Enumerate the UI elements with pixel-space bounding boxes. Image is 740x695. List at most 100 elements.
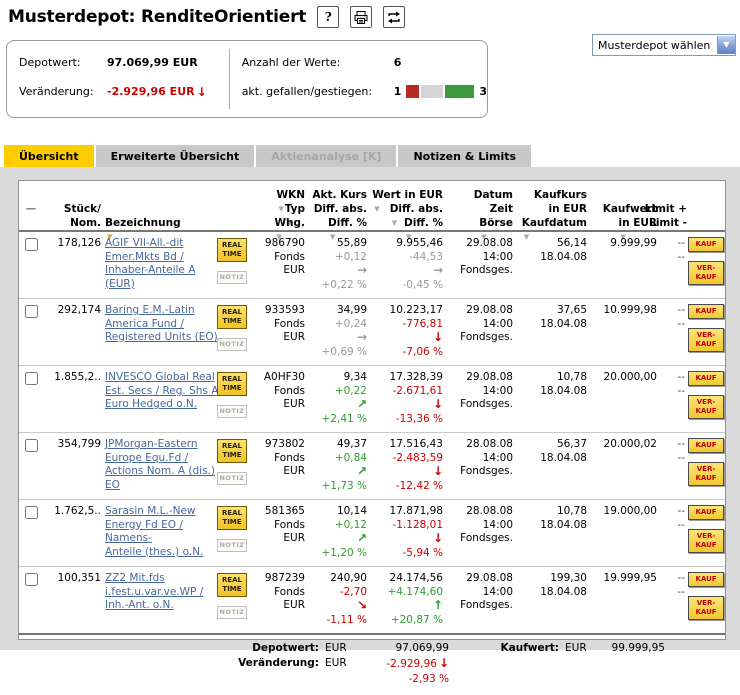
totals-depotwert-label: Depotwert: xyxy=(19,641,319,656)
cell-kaufwert: 9.999,99 xyxy=(591,237,661,292)
tab-notizen-limits[interactable]: Notizen & Limits xyxy=(398,145,531,167)
table-row: 1.855,2.. INVESCO Global Real Est. Secs … xyxy=(19,366,725,433)
header-kurs[interactable]: Akt. Kurs Diff. abs. Diff. %▼ xyxy=(309,188,371,230)
content-panel: — Stück/Nom. Bezeichnung▼ WKN▼ Typ▼ Whg.… xyxy=(0,167,740,650)
fund-link[interactable]: ZZ2 Mit.fds i.fest.u.var.ve.WP / Inh.-An… xyxy=(105,572,203,613)
notiz-badge[interactable]: NOTIZ xyxy=(217,539,247,552)
realtime-badge[interactable]: REALTIME xyxy=(217,372,247,396)
depotwert-value: 97.069,99 EUR xyxy=(107,56,198,69)
notiz-badge[interactable]: NOTIZ xyxy=(217,606,247,619)
kauf-button[interactable]: KAUF xyxy=(688,237,724,252)
cell-kurs: 55,89 +0,12 → +0,22 % xyxy=(309,237,371,292)
cell-badges: REALTIME NOTIZ xyxy=(217,572,253,627)
cell-datum: 29.08.0814:00Fondsges. xyxy=(447,572,517,627)
table-row: 292,174 Baring E.M.-Latin America Fund /… xyxy=(19,299,725,366)
table-body: 178,126 AGIF VII-All.-dit Emer.Mkts Bd /… xyxy=(19,232,725,633)
notiz-badge[interactable]: NOTIZ xyxy=(217,405,247,418)
tab-uebersicht[interactable]: Übersicht xyxy=(4,145,94,167)
verkauf-button[interactable]: VER-KAUF xyxy=(688,261,724,285)
fund-link[interactable]: Sarasin M.L.-New Energy Fd EO / Namens- … xyxy=(105,505,203,559)
cell-actions: KAUF VER-KAUF xyxy=(687,505,725,560)
fund-link[interactable]: JPMorgan-Eastern Europe Equ.Fd / Actions… xyxy=(105,438,215,492)
summary-left: Depotwert: 97.069,99 EUR Veränderung: -2… xyxy=(7,41,229,117)
cell-actions: KAUF VER-KAUF xyxy=(687,237,725,292)
cell-kurs: 10,14 +0,12 ↗ +1,20 % xyxy=(309,505,371,560)
notiz-badge[interactable]: NOTIZ xyxy=(217,271,247,284)
bar-segment-grey xyxy=(421,85,443,98)
row-checkbox[interactable] xyxy=(25,439,38,452)
verkauf-button[interactable]: VER-KAUF xyxy=(688,529,724,553)
verkauf-button[interactable]: VER-KAUF xyxy=(688,596,724,620)
cell-bezeichnung: ZZ2 Mit.fds i.fest.u.var.ve.WP / Inh.-An… xyxy=(105,572,217,627)
header-wkn[interactable]: WKN▼ Typ▼ Whg.▼ xyxy=(253,188,309,230)
cell-stueck: 100,351 xyxy=(43,572,105,627)
row-checkbox[interactable] xyxy=(25,573,38,586)
trend-arrow-icon: ↓ xyxy=(433,330,443,344)
row-checkbox[interactable] xyxy=(25,238,38,251)
totals-currency: EUR xyxy=(565,641,587,656)
verkauf-button[interactable]: VER-KAUF xyxy=(688,328,724,352)
trend-arrow-icon: → xyxy=(357,330,367,344)
cell-check xyxy=(19,438,43,493)
kauf-button[interactable]: KAUF xyxy=(688,505,724,520)
cell-wert: 17.516,43 -2.483,59 ↓ -12,42 % xyxy=(371,438,447,493)
header-bezeichnung[interactable]: Bezeichnung▼ xyxy=(105,188,217,230)
cell-kaufkurs: 37,6518.04.08 xyxy=(517,304,591,359)
cell-kaufwert: 20.000,00 xyxy=(591,371,661,426)
notiz-badge[interactable]: NOTIZ xyxy=(217,472,247,485)
row-checkbox[interactable] xyxy=(25,506,38,519)
kauf-button[interactable]: KAUF xyxy=(688,438,724,453)
cell-kurs: 240,90 -2,70 ↘ -1,11 % xyxy=(309,572,371,627)
cell-stueck: 1.762,5.. xyxy=(43,505,105,560)
realtime-badge[interactable]: REALTIME xyxy=(217,238,247,262)
header-datum[interactable]: Datum Zeit Börse▼ xyxy=(447,188,517,230)
cell-check xyxy=(19,371,43,426)
trend-arrow-icon: ↓ xyxy=(433,397,443,411)
cell-actions: KAUF VER-KAUF xyxy=(687,438,725,493)
kauf-button[interactable]: KAUF xyxy=(688,371,724,386)
totals-veraenderung-label: Veränderung: xyxy=(19,656,319,671)
cell-badges: REALTIME NOTIZ xyxy=(217,438,253,493)
totals-currency: EUR xyxy=(325,656,347,671)
realtime-badge[interactable]: REALTIME xyxy=(217,506,247,530)
cell-wkn: A0HF30FondsEUR xyxy=(253,371,309,426)
header-check: — xyxy=(26,202,37,216)
summary-right: Anzahl der Werte: 6 akt. gefallen/gestie… xyxy=(229,49,487,109)
notiz-badge[interactable]: NOTIZ xyxy=(217,338,247,351)
realtime-badge[interactable]: REALTIME xyxy=(217,573,247,597)
cell-kurs: 34,99 +0,24 → +0,69 % xyxy=(309,304,371,359)
header-kaufkurs[interactable]: Kaufkurs in EUR Kaufdatum▼ xyxy=(517,188,591,230)
depot-select-label: Musterdepot wählen xyxy=(593,39,717,52)
row-checkbox[interactable] xyxy=(25,372,38,385)
kauf-button[interactable]: KAUF xyxy=(688,572,724,587)
cell-limit: ---- xyxy=(661,572,687,627)
verkauf-button[interactable]: VER-KAUF xyxy=(688,462,724,486)
trend-arrow-icon: ↗ xyxy=(357,531,367,545)
cell-wkn: 581365FondsEUR xyxy=(253,505,309,560)
tab-bar: Übersicht Erweiterte Übersicht Aktienana… xyxy=(0,145,740,167)
fund-link[interactable]: AGIF VII-All.-dit Emer.Mkts Bd / Inhaber… xyxy=(105,237,195,291)
depot-select-button[interactable]: ▼ xyxy=(717,36,735,54)
trend-arrow-icon: → xyxy=(357,263,367,277)
header-limit: Limit + Limit - xyxy=(661,188,687,230)
print-button[interactable] xyxy=(350,6,372,28)
cell-datum: 28.08.0814:00Fondsges. xyxy=(447,505,517,560)
fund-link[interactable]: Baring E.M.-Latin America Fund / Registe… xyxy=(105,304,218,345)
help-button[interactable]: ? xyxy=(317,6,339,28)
cell-check xyxy=(19,505,43,560)
refresh-button[interactable] xyxy=(383,6,405,28)
kauf-button[interactable]: KAUF xyxy=(688,304,724,319)
refresh-icon xyxy=(387,11,401,24)
realtime-badge[interactable]: REALTIME xyxy=(217,439,247,463)
verkauf-button[interactable]: VER-KAUF xyxy=(688,395,724,419)
tab-erweiterte-uebersicht[interactable]: Erweiterte Übersicht xyxy=(96,145,255,167)
trend-arrow-icon: ↓ xyxy=(433,531,443,545)
header-wert[interactable]: Wert in EUR▼ Diff. abs.▼ Diff. %▼ xyxy=(371,188,447,230)
row-checkbox[interactable] xyxy=(25,305,38,318)
fund-link[interactable]: INVESCO Global Real Est. Secs / Reg. Shs… xyxy=(105,371,218,412)
realtime-badge[interactable]: REALTIME xyxy=(217,305,247,329)
depot-select[interactable]: Musterdepot wählen ▼ xyxy=(592,34,736,56)
cell-actions: KAUF VER-KAUF xyxy=(687,304,725,359)
cell-actions: KAUF VER-KAUF xyxy=(687,371,725,426)
trend-arrow-icon: → xyxy=(433,263,443,277)
